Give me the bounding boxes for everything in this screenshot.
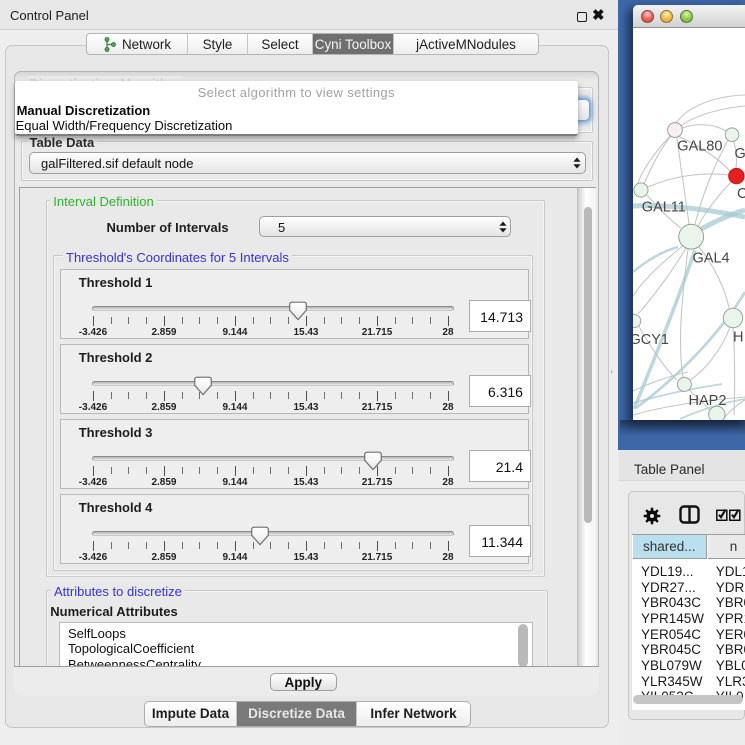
svg-text:GAL80: GAL80 <box>677 139 722 155</box>
svg-text:H: H <box>733 330 743 346</box>
svg-text:GA: GA <box>735 146 745 162</box>
svg-text:GAL11: GAL11 <box>642 200 686 216</box>
svg-text:C: C <box>737 186 745 202</box>
svg-text:GAL4: GAL4 <box>693 251 730 267</box>
svg-text:GCY1: GCY1 <box>633 332 669 348</box>
svg-text:HAP2: HAP2 <box>689 393 727 409</box>
